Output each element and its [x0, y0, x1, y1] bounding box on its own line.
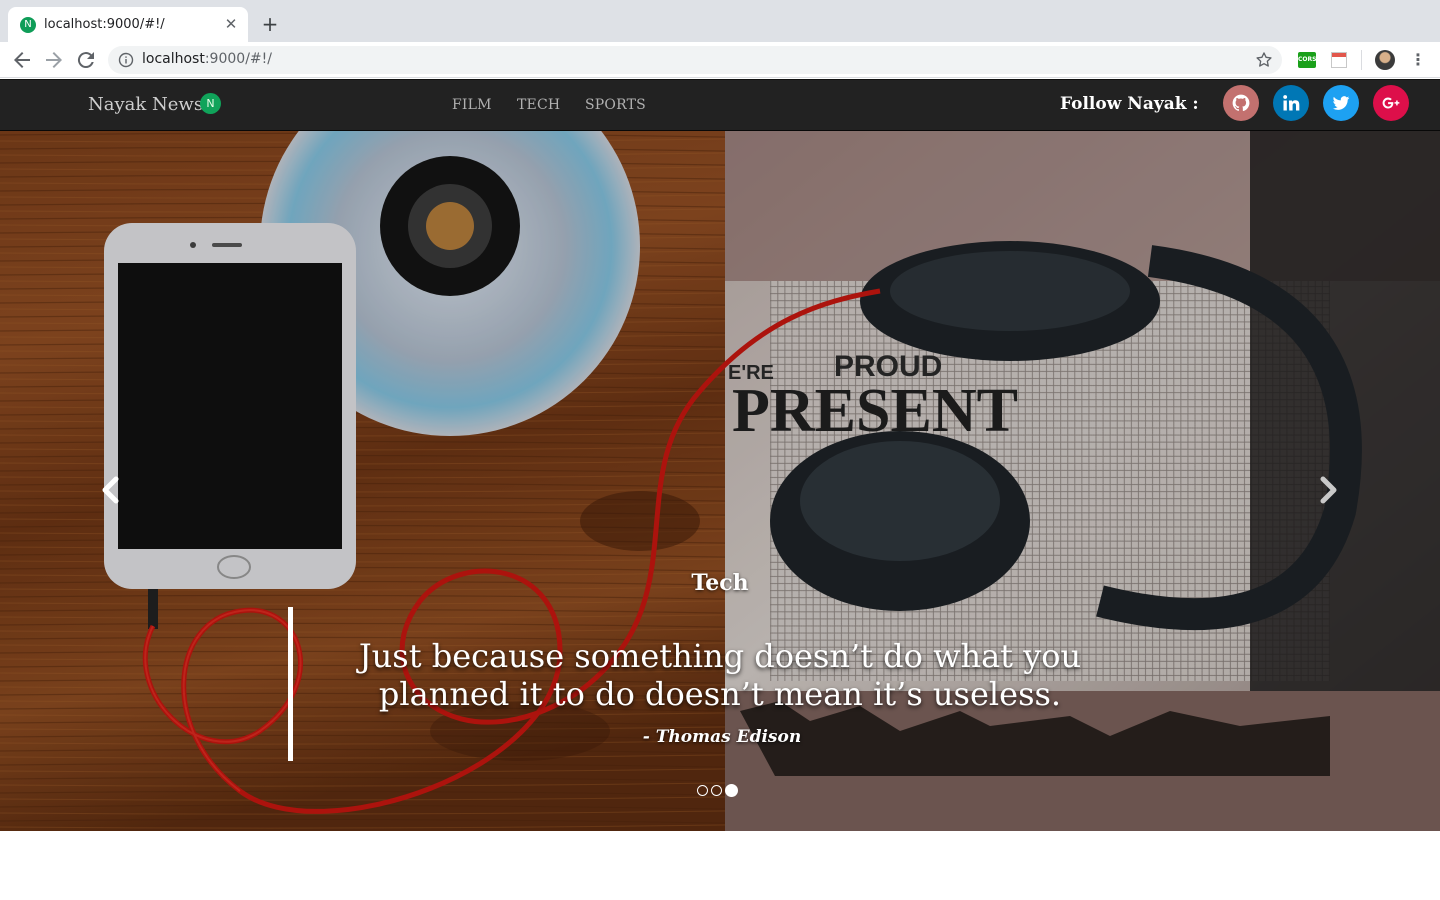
- carousel-indicator-1[interactable]: [697, 784, 708, 796]
- carousel-prev-control[interactable]: [91, 470, 131, 510]
- brand-logo-icon: N: [200, 93, 221, 114]
- url-host: localhost: [142, 51, 205, 67]
- browser-tab[interactable]: N localhost:9000/#!/ ✕: [8, 7, 248, 42]
- hero-carousel: PROUD PRESENT E'RE Tech Just because som…: [0, 131, 1440, 831]
- twitter-icon: [1332, 96, 1350, 110]
- url-text: localhost:9000/#!/: [142, 51, 272, 67]
- nav-tech[interactable]: TECH: [517, 97, 560, 113]
- cors-extension-icon[interactable]: CORS: [1298, 52, 1316, 68]
- nav-sports[interactable]: SPORTS: [585, 97, 646, 113]
- browser-menu-icon[interactable]: ⋮: [1408, 50, 1428, 70]
- twitter-button[interactable]: [1323, 85, 1359, 121]
- github-icon: [1232, 94, 1250, 112]
- slide-quote: Just because something doesn’t do what y…: [358, 637, 1082, 713]
- chevron-left-icon: [102, 476, 119, 504]
- carousel-indicator-3[interactable]: [725, 783, 738, 797]
- linkedin-icon: [1283, 95, 1300, 111]
- url-path: :9000/#!/: [204, 51, 272, 67]
- tab-title: localhost:9000/#!/: [44, 17, 165, 32]
- linkedin-button[interactable]: [1273, 85, 1309, 121]
- tab-close-icon[interactable]: ✕: [222, 15, 240, 33]
- site-navbar: Nayak News N FILM TECH SPORTS Follow Nay…: [0, 79, 1440, 131]
- site-info-icon[interactable]: [118, 52, 134, 68]
- tab-favicon-icon: N: [20, 17, 36, 33]
- calendar-extension-icon[interactable]: [1331, 52, 1347, 68]
- slide-photo: PROUD PRESENT E'RE: [0, 131, 1440, 831]
- follow-label: Follow Nayak :: [1060, 94, 1199, 114]
- slide-quote-author: - Thomas Edison: [642, 727, 802, 747]
- slide-category: Tech: [691, 570, 749, 596]
- chevron-right-icon: [1320, 476, 1337, 504]
- profile-avatar[interactable]: [1375, 50, 1395, 70]
- brand-link[interactable]: Nayak News: [88, 94, 203, 115]
- quote-border: [288, 607, 293, 761]
- bookmark-star-icon[interactable]: [1254, 50, 1274, 70]
- google-plus-icon: [1382, 97, 1400, 109]
- carousel-indicators: [697, 783, 738, 797]
- browser-tabstrip: N localhost:9000/#!/ ✕ +: [0, 0, 1440, 42]
- carousel-indicator-2[interactable]: [711, 784, 722, 796]
- carousel-next-control[interactable]: [1308, 470, 1348, 510]
- reload-icon[interactable]: [74, 48, 98, 72]
- browser-toolbar: localhost:9000/#!/: [0, 42, 1440, 78]
- forward-arrow-icon[interactable]: [42, 48, 66, 72]
- back-arrow-icon[interactable]: [10, 48, 34, 72]
- new-tab-button[interactable]: +: [258, 12, 282, 36]
- github-button[interactable]: [1223, 85, 1259, 121]
- address-bar[interactable]: localhost:9000/#!/: [108, 46, 1282, 74]
- nav-film[interactable]: FILM: [452, 97, 492, 113]
- google-plus-button[interactable]: [1373, 85, 1409, 121]
- toolbar-divider: [1361, 50, 1362, 70]
